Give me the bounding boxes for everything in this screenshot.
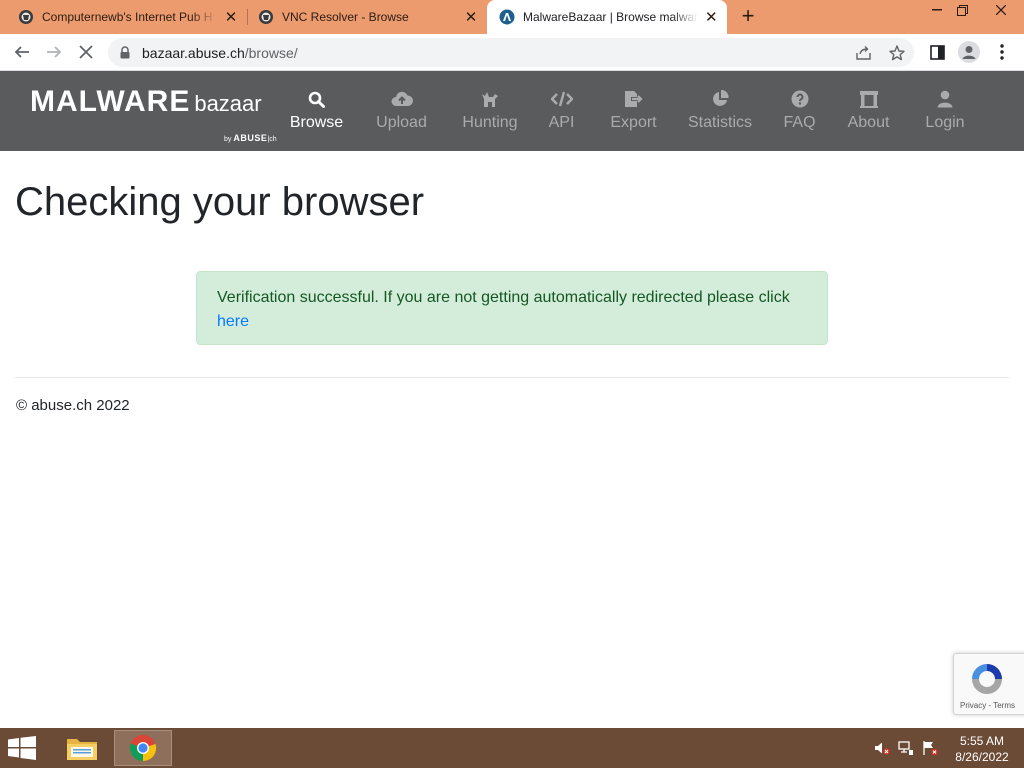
- nav-label: FAQ: [783, 114, 816, 131]
- nav-browse[interactable]: Browse: [289, 71, 344, 151]
- pie-chart-icon: [708, 89, 732, 109]
- nav-label: Login: [925, 114, 965, 131]
- windows-taskbar: 5:55 AM 8/26/2022: [0, 728, 1024, 768]
- logo-malware-text: MALWARE: [30, 85, 191, 118]
- profile-avatar-icon[interactable]: [955, 38, 983, 66]
- nav-upload[interactable]: Upload: [376, 71, 427, 151]
- file-explorer-icon[interactable]: [55, 730, 109, 766]
- new-tab-button[interactable]: +: [736, 5, 760, 29]
- browser-tab-vnc-resolver[interactable]: VNC Resolver - Browse ✕: [240, 0, 487, 34]
- close-window-icon[interactable]: [986, 0, 1016, 20]
- close-tab-icon[interactable]: ✕: [463, 9, 479, 26]
- close-tab-icon[interactable]: ✕: [223, 9, 239, 26]
- nav-about[interactable]: About: [846, 71, 891, 151]
- bookmark-star-icon[interactable]: [887, 43, 907, 63]
- question-icon: [788, 89, 812, 109]
- clock-time: 5:55 AM: [959, 734, 1005, 748]
- nav-faq[interactable]: FAQ: [783, 71, 816, 151]
- clock-date: 8/26/2022: [955, 750, 1009, 764]
- tab-title: Computernewb's Internet Pub H: [42, 10, 213, 24]
- nav-label: Export: [610, 114, 657, 131]
- computernewb-favicon-icon: [258, 9, 274, 25]
- recaptcha-terms-link[interactable]: Terms: [993, 701, 1015, 710]
- restore-icon[interactable]: [946, 0, 978, 20]
- stop-loading-icon[interactable]: [72, 38, 100, 66]
- malwarebazaar-favicon-icon: [499, 9, 515, 25]
- hunting-icon: [478, 89, 502, 109]
- action-center-flag-icon[interactable]: [922, 740, 938, 756]
- nav-api[interactable]: API: [549, 71, 574, 151]
- url-text: bazaar.abuse.ch/browse/: [142, 45, 298, 61]
- forward-arrow-icon[interactable]: [40, 38, 68, 66]
- footer-divider: [15, 377, 1009, 378]
- tab-title: VNC Resolver - Browse: [282, 10, 409, 24]
- nav-hunting[interactable]: Hunting: [461, 71, 519, 151]
- code-icon: [550, 89, 574, 109]
- network-icon[interactable]: [898, 740, 914, 756]
- page-title: Checking your browser: [15, 180, 425, 224]
- browser-tab-computernewb[interactable]: Computernewb's Internet Pub H ✕: [0, 0, 247, 34]
- share-icon[interactable]: [854, 43, 874, 63]
- chrome-icon[interactable]: [114, 730, 172, 766]
- recaptcha-privacy-link[interactable]: Privacy: [960, 701, 986, 710]
- back-arrow-icon[interactable]: [8, 38, 36, 66]
- browser-tab-malwarebazaar[interactable]: MalwareBazaar | Browse malware ✕: [487, 0, 727, 34]
- logo-bazaar-text: bazaar: [194, 91, 262, 116]
- side-panel-icon[interactable]: [923, 38, 951, 66]
- nav-label: Hunting: [462, 114, 518, 131]
- cloud-upload-icon: [390, 89, 414, 109]
- nav-export[interactable]: Export: [610, 71, 657, 151]
- computernewb-favicon-icon: [18, 9, 34, 25]
- browser-tabstrip: Computernewb's Internet Pub H ✕ VNC Reso…: [0, 0, 1024, 34]
- redirect-link[interactable]: here: [217, 313, 249, 330]
- nav-label: Upload: [376, 114, 427, 131]
- nav-login[interactable]: Login: [925, 71, 965, 151]
- recaptcha-icon: [968, 660, 1006, 703]
- url-path: /browse/: [244, 45, 298, 61]
- nav-label: About: [847, 114, 890, 131]
- nav-label: Statistics: [688, 114, 753, 131]
- user-icon: [933, 89, 957, 109]
- search-icon: [305, 89, 329, 109]
- browser-menu-icon[interactable]: [988, 38, 1016, 66]
- nav-label: API: [548, 114, 575, 131]
- system-clock[interactable]: 5:55 AM 8/26/2022: [952, 733, 1012, 765]
- tab-title: MalwareBazaar | Browse malware: [523, 10, 698, 24]
- verification-alert: Verification successful. If you are not …: [196, 271, 828, 345]
- malwarebazaar-logo[interactable]: MALWARE bazaar by ABUSE|ch: [30, 85, 277, 143]
- nav-label: Browse: [289, 114, 344, 131]
- recaptcha-links: Privacy - Terms: [960, 701, 1015, 710]
- recaptcha-badge[interactable]: Privacy - Terms: [953, 653, 1024, 715]
- alert-message: Verification successful. If you are not …: [217, 289, 790, 306]
- footer-copyright: © abuse.ch 2022: [16, 397, 130, 414]
- site-navbar: MALWARE bazaar by ABUSE|ch Browse Upload …: [0, 71, 1024, 151]
- windows-start-icon[interactable]: [8, 736, 38, 760]
- lock-icon: [120, 46, 130, 64]
- close-tab-icon[interactable]: ✕: [704, 9, 719, 26]
- logo-byline: by ABUSE|ch: [224, 133, 277, 143]
- url-host: bazaar.abuse.ch: [142, 45, 245, 61]
- building-icon: [857, 89, 881, 109]
- browser-toolbar: bazaar.abuse.ch/browse/: [0, 34, 1024, 71]
- speaker-muted-icon[interactable]: [874, 740, 890, 756]
- nav-statistics[interactable]: Statistics: [688, 71, 753, 151]
- address-bar[interactable]: bazaar.abuse.ch/browse/: [108, 38, 914, 67]
- export-icon: [622, 89, 646, 109]
